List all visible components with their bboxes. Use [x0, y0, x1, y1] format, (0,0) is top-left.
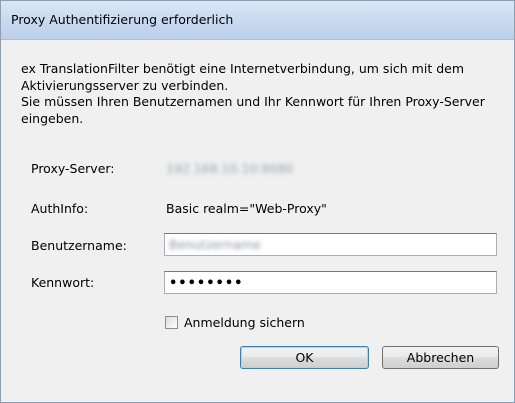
info-message: ex TranslationFilter benötigt eine Inter…	[21, 61, 501, 127]
password-label: Kennwort:	[31, 275, 95, 290]
ok-button[interactable]: OK	[240, 346, 369, 369]
password-field[interactable]: ••••••••	[164, 271, 497, 294]
authinfo-label: AuthInfo:	[31, 201, 89, 216]
remember-login-checkbox[interactable]	[165, 316, 178, 329]
password-value: ••••••••	[169, 276, 244, 291]
proxy-server-value: 192.168.10.10:8080	[166, 161, 294, 176]
proxy-server-label: Proxy-Server:	[31, 161, 115, 176]
authinfo-value: Basic realm="Web-Proxy"	[166, 201, 327, 216]
title-bar[interactable]: Proxy Authentifizierung erforderlich	[1, 1, 514, 40]
window-title: Proxy Authentifizierung erforderlich	[11, 12, 234, 27]
remember-login-label[interactable]: Anmeldung sichern	[184, 315, 305, 330]
remember-login-row[interactable]: Anmeldung sichern	[165, 315, 305, 330]
info-message-line-2: Sie müssen Ihren Benutzernamen und Ihr K…	[21, 94, 485, 126]
proxy-auth-dialog: Proxy Authentifizierung erforderlich ex …	[0, 0, 515, 403]
info-message-line-1: ex TranslationFilter benötigt eine Inter…	[21, 61, 465, 93]
username-label: Benutzername:	[31, 238, 127, 253]
username-value: Benutzername	[169, 237, 261, 252]
cancel-button[interactable]: Abbrechen	[382, 346, 499, 369]
username-field[interactable]: Benutzername	[164, 233, 497, 256]
